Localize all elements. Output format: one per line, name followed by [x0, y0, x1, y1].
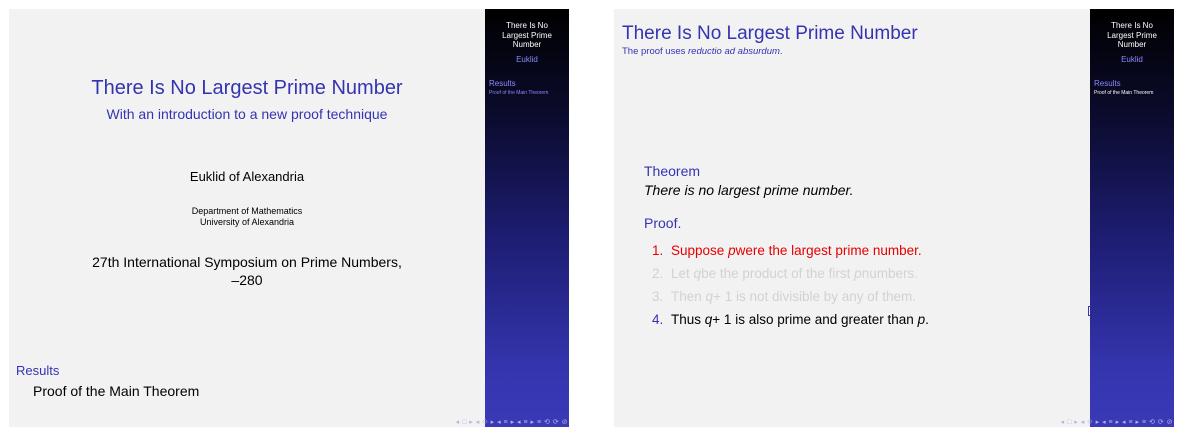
step-number: 2. [652, 266, 664, 281]
sidebar-title-line: Largest Prime [1107, 30, 1157, 40]
toc-subsection-proof[interactable]: Proof of the Main Theorem [33, 383, 199, 399]
step-text: Thus [671, 312, 702, 327]
step-text: . [925, 312, 929, 327]
proof-slide: There Is No Largest Prime Number The pro… [614, 9, 1174, 427]
step-text: Let [671, 266, 690, 281]
proof-step-1: 1. Suppose pwere the largest prime numbe… [652, 243, 1082, 266]
sidebar-subsection-proof[interactable]: Proof of the Main Theorem [1090, 90, 1174, 96]
theorem-heading: Theorem [644, 163, 701, 179]
proof-step-4: 4. Thus q+ 1 is also prime and greater t… [652, 312, 1082, 335]
step-text: be the product of the first [701, 266, 851, 281]
sidebar-subsection-proof[interactable]: Proof of the Main Theorem [485, 90, 569, 96]
step-number: 3. [652, 289, 664, 304]
frame-subtitle-text: The proof uses [622, 46, 689, 57]
toc-section-results[interactable]: Results [16, 363, 59, 378]
conference-line-2: –280 [231, 272, 263, 288]
sidebar-title-line: Number [1117, 40, 1147, 49]
step-text: Suppose [671, 243, 725, 258]
sidebar-section-results[interactable]: Results [1090, 79, 1174, 88]
title-slide: There Is No Largest Prime Number With an… [9, 9, 569, 427]
presentation-subtitle: With an introduction to a new proof tech… [106, 106, 388, 122]
step-number: 1. [652, 243, 664, 258]
sidebar-title-line: There Is No [1111, 21, 1153, 30]
step-text: numbers. [861, 266, 918, 281]
frame-subtitle: The proof uses reductio ad absurdum. [622, 46, 783, 57]
frame-subtitle-emphasis: reductio ad absurdum [688, 46, 780, 57]
proof-steps: 1. Suppose pwere the largest prime numbe… [652, 243, 1082, 335]
step-text: + 1 is also prime and greater than [712, 312, 914, 327]
sidebar-title-line: There Is No [506, 21, 548, 30]
presentation-title: There Is No Largest Prime Number [91, 77, 403, 99]
author-name: Euklid of Alexandria [189, 169, 305, 184]
sidebar-title-line: Largest Prime [502, 30, 552, 40]
institute-line-1: Department of Mathematics [191, 206, 303, 216]
sidebar-author[interactable]: Euklid [1090, 55, 1174, 64]
frame-subtitle-end: . [779, 46, 783, 57]
step-variable: p [728, 243, 736, 258]
sidebar-section-results[interactable]: Results [485, 79, 569, 88]
step-text: Then [671, 289, 702, 304]
proof-heading: Proof. [644, 215, 682, 231]
proof-step-2: 2. Let qbe the product of the first pnum… [652, 266, 1082, 289]
sidebar: There Is No Largest Prime Number Euklid … [485, 9, 569, 427]
step-variable: p [854, 266, 862, 281]
sidebar: There Is No Largest Prime Number Euklid … [1090, 9, 1174, 427]
sidebar-title[interactable]: There Is No Largest Prime Number [1090, 21, 1174, 50]
step-variable: q [693, 266, 702, 281]
step-number: 4. [652, 312, 664, 327]
theorem-body: There is no largest prime number. [644, 182, 854, 198]
sidebar-title[interactable]: There Is No Largest Prime Number [485, 21, 569, 50]
step-text: + 1 is not divisible by any of them. [713, 289, 917, 304]
step-variable: p [917, 312, 926, 327]
conference-date: 27th International Symposium on Prime Nu… [9, 253, 485, 289]
conference-line-1: 27th International Symposium on Prime Nu… [92, 254, 402, 270]
sidebar-author[interactable]: Euklid [485, 55, 569, 64]
sidebar-title-line: Number [512, 40, 542, 49]
institute-line-2: University of Alexandria [199, 217, 295, 227]
step-variable: q [705, 289, 714, 304]
institute: Department of Mathematics University of … [9, 206, 485, 228]
proof-step-3: 3. Then q+ 1 is not divisible by any of … [652, 289, 1082, 312]
step-text: were the largest prime number. [735, 243, 922, 258]
frame-title: There Is No Largest Prime Number [622, 23, 918, 44]
